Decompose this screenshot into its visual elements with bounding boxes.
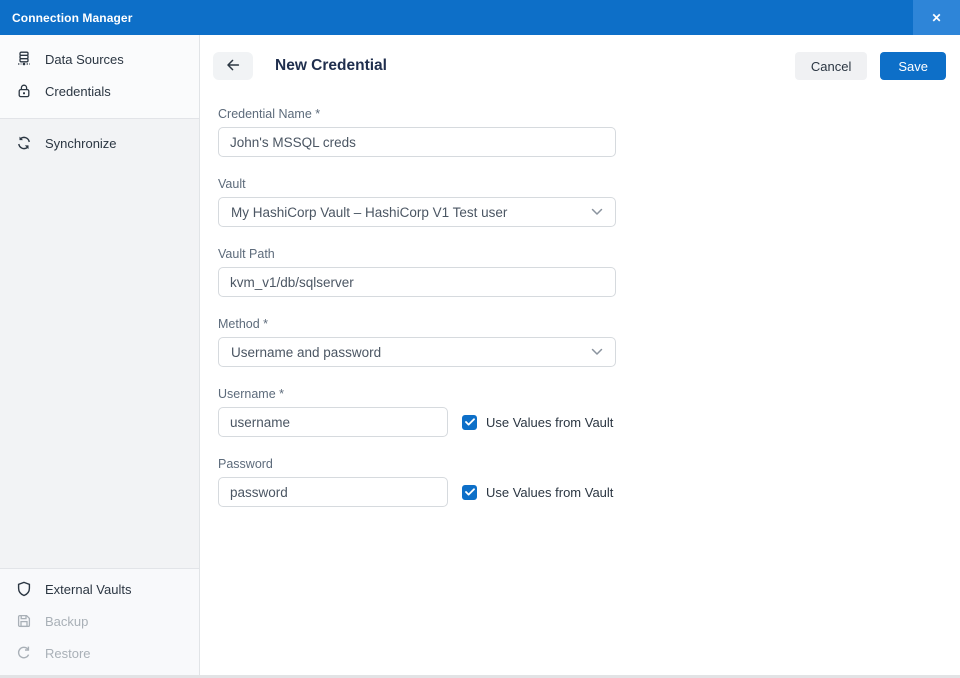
chevron-down-icon <box>591 208 603 216</box>
sidebar-item-label: Restore <box>45 646 91 661</box>
sidebar-bottom-section: External Vaults Backup <box>0 568 199 675</box>
method-select[interactable]: Username and password <box>218 337 616 367</box>
password-label: Password <box>218 457 946 471</box>
vault-path-input[interactable] <box>218 267 616 297</box>
method-label: Method * <box>218 317 946 331</box>
sidebar-top-section: Data Sources Credentials <box>0 35 199 119</box>
vault-label: Vault <box>218 177 946 191</box>
password-group: Password Use Values from Vault <box>218 457 946 507</box>
method-selected-value: Username and password <box>231 345 381 360</box>
password-input[interactable] <box>218 477 448 507</box>
back-button[interactable] <box>213 52 253 80</box>
username-input[interactable] <box>218 407 448 437</box>
content-header: New Credential Cancel Save <box>213 52 946 80</box>
vault-selected-value: My HashiCorp Vault – HashiCorp V1 Test u… <box>231 205 507 220</box>
shield-icon <box>16 581 32 597</box>
sidebar-item-external-vaults[interactable]: External Vaults <box>0 573 199 605</box>
sidebar-spacer <box>0 167 199 568</box>
credential-name-group: Credential Name * <box>218 107 946 157</box>
main-row: Data Sources Credentials <box>0 35 960 675</box>
username-label: Username * <box>218 387 946 401</box>
credential-name-label: Credential Name * <box>218 107 946 121</box>
save-button[interactable]: Save <box>880 52 946 80</box>
floppy-icon <box>16 613 32 629</box>
sidebar-item-credentials[interactable]: Credentials <box>0 75 199 107</box>
cancel-button[interactable]: Cancel <box>795 52 867 80</box>
sidebar-item-label: Credentials <box>45 84 111 99</box>
sidebar-item-label: Synchronize <box>45 136 117 151</box>
sidebar-item-synchronize[interactable]: Synchronize <box>0 127 199 159</box>
connection-manager-window: Connection Manager ✕ <box>0 0 960 678</box>
vault-path-group: Vault Path <box>218 247 946 297</box>
sidebar-item-backup[interactable]: Backup <box>0 605 199 637</box>
header-actions: Cancel Save <box>795 52 946 80</box>
sidebar-middle-section: Synchronize <box>0 119 199 167</box>
restore-icon <box>16 645 32 661</box>
vault-path-label: Vault Path <box>218 247 946 261</box>
sidebar-item-label: Backup <box>45 614 88 629</box>
sidebar-item-label: External Vaults <box>45 582 131 597</box>
check-icon <box>465 418 475 426</box>
password-vault-checkbox[interactable] <box>462 485 477 500</box>
password-vault-checkbox-group: Use Values from Vault <box>462 485 613 500</box>
close-button[interactable]: ✕ <box>913 0 960 35</box>
sidebar: Data Sources Credentials <box>0 35 200 675</box>
vault-group: Vault My HashiCorp Vault – HashiCorp V1 … <box>218 177 946 227</box>
password-vault-checkbox-label[interactable]: Use Values from Vault <box>486 485 613 500</box>
sidebar-item-label: Data Sources <box>45 52 124 67</box>
credential-form: Credential Name * Vault My HashiCorp Vau… <box>218 107 946 507</box>
close-icon: ✕ <box>931 11 941 25</box>
chevron-down-icon <box>591 348 603 356</box>
sidebar-item-data-sources[interactable]: Data Sources <box>0 43 199 75</box>
back-arrow-icon <box>225 57 241 76</box>
username-vault-checkbox[interactable] <box>462 415 477 430</box>
username-group: Username * Use Values from Vault <box>218 387 946 437</box>
username-vault-checkbox-label[interactable]: Use Values from Vault <box>486 415 613 430</box>
vault-select[interactable]: My HashiCorp Vault – HashiCorp V1 Test u… <box>218 197 616 227</box>
content-area: New Credential Cancel Save Credential Na… <box>200 35 960 675</box>
sync-icon <box>16 135 32 151</box>
sidebar-item-restore[interactable]: Restore <box>0 637 199 669</box>
method-group: Method * Username and password <box>218 317 946 367</box>
page-title: New Credential <box>275 57 387 75</box>
credential-name-input[interactable] <box>218 127 616 157</box>
check-icon <box>465 488 475 496</box>
username-vault-checkbox-group: Use Values from Vault <box>462 415 613 430</box>
window-title: Connection Manager <box>0 11 132 25</box>
database-icon <box>16 51 32 67</box>
titlebar: Connection Manager ✕ <box>0 0 960 35</box>
lock-icon <box>16 83 32 99</box>
